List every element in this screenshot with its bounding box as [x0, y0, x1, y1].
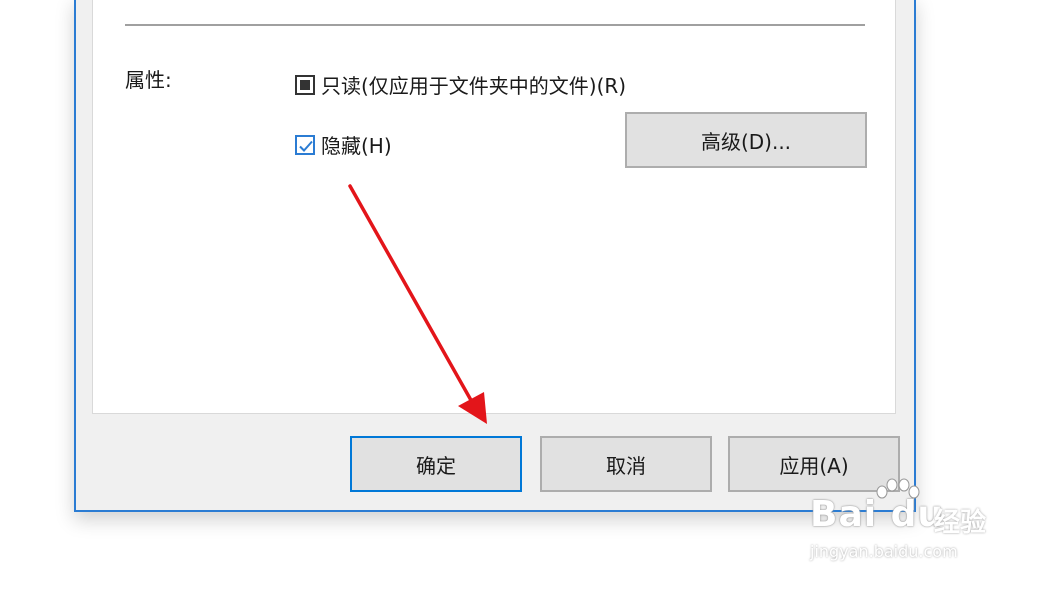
- properties-dialog: 属性: 只读(仅应用于文件夹中的文件)(R) 隐藏(H) 高级(D)... 确定…: [74, 0, 916, 512]
- cancel-button[interactable]: 取消: [540, 436, 712, 492]
- readonly-checkbox-box[interactable]: [295, 74, 315, 95]
- general-tab-panel: 属性: 只读(仅应用于文件夹中的文件)(R) 隐藏(H) 高级(D)...: [92, 0, 896, 414]
- watermark-jingyan: 经验: [934, 508, 987, 538]
- attributes-label: 属性:: [125, 68, 172, 92]
- watermark-url: jingyan.baidu.com: [810, 542, 958, 561]
- advanced-button[interactable]: 高级(D)...: [625, 112, 867, 168]
- hidden-checkbox[interactable]: 隐藏(H): [295, 130, 392, 159]
- checkmark-icon: [299, 140, 313, 152]
- apply-button[interactable]: 应用(A): [728, 436, 900, 492]
- readonly-checkbox[interactable]: 只读(仅应用于文件夹中的文件)(R): [295, 70, 626, 99]
- ok-button[interactable]: 确定: [350, 436, 522, 492]
- separator: [125, 24, 865, 26]
- readonly-checkbox-label: 只读(仅应用于文件夹中的文件)(R): [321, 74, 627, 98]
- hidden-checkbox-box[interactable]: [295, 134, 315, 155]
- hidden-checkbox-label: 隐藏(H): [321, 134, 392, 158]
